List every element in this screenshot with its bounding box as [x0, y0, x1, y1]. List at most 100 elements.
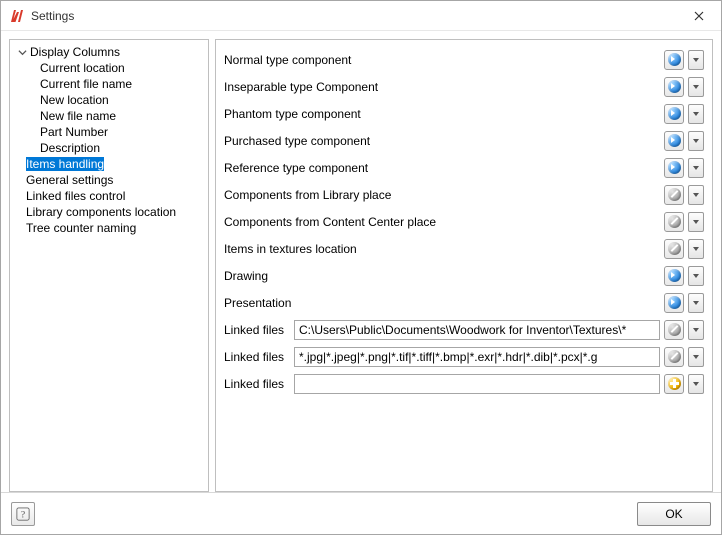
status-disabled-icon	[668, 242, 681, 255]
setting-row: Drawing	[224, 262, 704, 289]
setting-row: Reference type component	[224, 154, 704, 181]
close-icon	[694, 11, 704, 21]
plus-icon	[668, 377, 681, 390]
setting-row: Items in textures location	[224, 235, 704, 262]
setting-label: Reference type component	[224, 161, 660, 175]
status-play-icon	[668, 296, 681, 309]
dropdown-button[interactable]	[688, 77, 704, 97]
tree-node-items-handling[interactable]: Items handling	[12, 156, 206, 172]
titlebar: Settings	[1, 1, 721, 31]
setting-label: Inseparable type Component	[224, 80, 660, 94]
tree-child[interactable]: New file name	[12, 108, 206, 124]
linked-files-label: Linked files	[224, 323, 290, 337]
add-button[interactable]	[664, 374, 684, 394]
setting-label: Items in textures location	[224, 242, 660, 256]
status-disabled-icon	[668, 350, 681, 363]
tree-node-general-settings[interactable]: General settings	[12, 172, 206, 188]
svg-text:?: ?	[21, 509, 25, 520]
dropdown-button[interactable]	[688, 239, 704, 259]
setting-label: Components from Content Center place	[224, 215, 660, 229]
tree-child[interactable]: Part Number	[12, 124, 206, 140]
dropdown-button[interactable]	[688, 320, 704, 340]
setting-row: Components from Library place	[224, 181, 704, 208]
status-play-icon	[668, 134, 681, 147]
tree-child[interactable]: Description	[12, 140, 206, 156]
status-button[interactable]	[664, 347, 684, 367]
status-play-icon	[668, 161, 681, 174]
chevron-down-icon	[693, 247, 699, 251]
status-disabled-icon	[668, 188, 681, 201]
linked-files-label: Linked files	[224, 377, 290, 391]
status-button[interactable]	[664, 77, 684, 97]
chevron-down-icon	[693, 220, 699, 224]
status-button[interactable]	[664, 104, 684, 124]
setting-label: Components from Library place	[224, 188, 660, 202]
setting-row: Normal type component	[224, 46, 704, 73]
status-disabled-icon	[668, 323, 681, 336]
status-button[interactable]	[664, 212, 684, 232]
status-button[interactable]	[664, 266, 684, 286]
dropdown-button[interactable]	[688, 374, 704, 394]
status-button[interactable]	[664, 185, 684, 205]
linked-files-label: Linked files	[224, 350, 290, 364]
status-button[interactable]	[664, 158, 684, 178]
dropdown-button[interactable]	[688, 158, 704, 178]
linked-files-input[interactable]	[294, 374, 660, 394]
dropdown-button[interactable]	[688, 50, 704, 70]
dropdown-button[interactable]	[688, 131, 704, 151]
tree-panel: Display Columns Current location Current…	[9, 39, 209, 492]
status-button[interactable]	[664, 50, 684, 70]
app-icon	[9, 8, 25, 24]
tree-node-tree-counter-naming[interactable]: Tree counter naming	[12, 220, 206, 236]
tree-node-linked-files-control[interactable]: Linked files control	[12, 188, 206, 204]
status-button[interactable]	[664, 239, 684, 259]
ok-button[interactable]: OK	[637, 502, 711, 526]
close-button[interactable]	[679, 2, 719, 30]
dialog-body: Display Columns Current location Current…	[1, 31, 721, 492]
setting-label: Normal type component	[224, 53, 660, 67]
status-button[interactable]	[664, 320, 684, 340]
linked-files-row: Linked files	[224, 316, 704, 343]
status-disabled-icon	[668, 215, 681, 228]
tree-child[interactable]: New location	[12, 92, 206, 108]
dialog-footer: ? OK	[1, 492, 721, 534]
chevron-down-icon	[693, 328, 699, 332]
content-panel: Normal type component Inseparable type C…	[215, 39, 713, 492]
dropdown-button[interactable]	[688, 347, 704, 367]
status-button[interactable]	[664, 293, 684, 313]
chevron-down-icon	[693, 301, 699, 305]
dropdown-button[interactable]	[688, 185, 704, 205]
linked-files-input[interactable]	[294, 347, 660, 367]
setting-label: Phantom type component	[224, 107, 660, 121]
tree-child[interactable]: Current location	[12, 60, 206, 76]
help-button[interactable]: ?	[11, 502, 35, 526]
dropdown-button[interactable]	[688, 104, 704, 124]
settings-dialog: Settings Display Columns Current locatio…	[0, 0, 722, 535]
chevron-down-icon	[693, 139, 699, 143]
setting-row: Presentation	[224, 289, 704, 316]
setting-row: Purchased type component	[224, 127, 704, 154]
tree-root-display-columns[interactable]: Display Columns	[12, 44, 206, 60]
tree-root-label: Display Columns	[30, 45, 120, 59]
tree-child[interactable]: Current file name	[12, 76, 206, 92]
dropdown-button[interactable]	[688, 212, 704, 232]
setting-label: Purchased type component	[224, 134, 660, 148]
expander-icon[interactable]	[16, 46, 28, 58]
dropdown-button[interactable]	[688, 266, 704, 286]
linked-files-input[interactable]	[294, 320, 660, 340]
dropdown-button[interactable]	[688, 293, 704, 313]
chevron-down-icon	[693, 193, 699, 197]
status-play-icon	[668, 107, 681, 120]
status-play-icon	[668, 53, 681, 66]
chevron-down-icon	[693, 58, 699, 62]
tree-node-library-components-location[interactable]: Library components location	[12, 204, 206, 220]
chevron-down-icon	[693, 382, 699, 386]
chevron-down-icon	[693, 112, 699, 116]
linked-files-row: Linked files	[224, 343, 704, 370]
chevron-down-icon	[693, 355, 699, 359]
setting-row: Components from Content Center place	[224, 208, 704, 235]
status-button[interactable]	[664, 131, 684, 151]
chevron-down-icon	[693, 85, 699, 89]
chevron-down-icon	[693, 166, 699, 170]
chevron-down-icon	[693, 274, 699, 278]
